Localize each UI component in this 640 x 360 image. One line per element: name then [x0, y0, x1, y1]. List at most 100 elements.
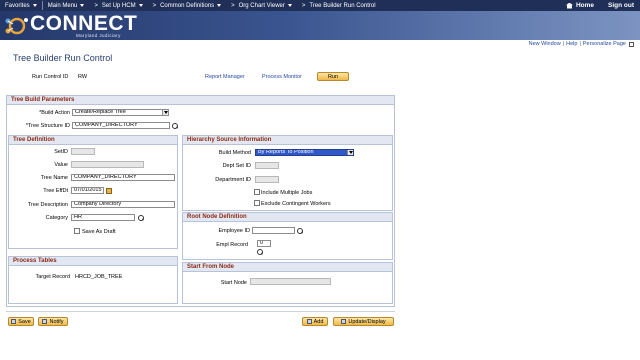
- add-button[interactable]: Add: [302, 317, 328, 326]
- logo-text: CONNECT: [30, 12, 138, 35]
- process-tables-section: Process Tables: [8, 256, 178, 304]
- build-action-select[interactable]: Create/Replace Tree: [72, 109, 169, 116]
- chevron-down-icon: [162, 110, 168, 115]
- department-id-field: [255, 176, 279, 183]
- tree-name-label: Tree Name: [40, 175, 68, 181]
- section-header: Start From Node: [183, 263, 392, 272]
- breadcrumb-separator: >: [231, 2, 235, 9]
- target-record-value: HRCD_JOB_TREE: [75, 274, 123, 280]
- category-input[interactable]: HR: [71, 214, 135, 221]
- chevron-down-icon: [80, 4, 85, 7]
- section-header: Tree Definition: [9, 136, 177, 145]
- start-node-field: [250, 278, 331, 285]
- exclude-contingent-label: Exclude Contingent Workers: [261, 201, 331, 207]
- breadcrumb-separator: >: [301, 2, 306, 9]
- section-header: Tree Build Parameters: [7, 96, 394, 105]
- chevron-down-icon: [347, 150, 353, 155]
- save-button-label: Save: [18, 318, 31, 325]
- favorites-label: Favorites: [5, 2, 30, 9]
- home-icon: [565, 2, 573, 9]
- sign-out-link[interactable]: Sign out: [608, 2, 634, 9]
- save-button[interactable]: Save: [8, 317, 34, 326]
- build-method-select[interactable]: By Reports To Position: [255, 149, 354, 156]
- notify-icon: [42, 319, 48, 324]
- page-title: Tree Builder Run Control: [13, 53, 113, 63]
- breadcrumb-label: Org Chart Viewer: [238, 2, 285, 9]
- save-icon: [11, 319, 17, 324]
- empl-record-label: Empl Record: [216, 242, 248, 248]
- section-header: Hierarchy Source Information: [183, 136, 392, 145]
- nav-right-group: Home Sign out: [565, 0, 634, 11]
- setid-field: [71, 148, 95, 155]
- process-monitor-link[interactable]: Process Monitor: [262, 74, 302, 80]
- include-multiple-jobs-label: Include Multiple Jobs: [261, 190, 313, 196]
- chevron-down-icon: [32, 4, 37, 7]
- target-record-label: Target Record: [35, 274, 70, 280]
- department-id-label: Department ID: [215, 177, 251, 183]
- run-button-label: Run: [327, 73, 339, 80]
- favorites-menu[interactable]: Favorites: [0, 0, 42, 11]
- logo-subtitle: Maryland Judiciary: [76, 33, 121, 38]
- search-icon[interactable]: [297, 228, 303, 234]
- tree-description-input[interactable]: Company Directory: [71, 201, 175, 208]
- breadcrumb-separator: >: [94, 2, 98, 9]
- section-header: Root Node Definition: [183, 213, 392, 222]
- run-button[interactable]: Run: [317, 72, 349, 81]
- empl-record-input[interactable]: 0: [257, 240, 271, 247]
- section-header: Process Tables: [9, 257, 177, 266]
- employee-id-input[interactable]: [252, 227, 295, 234]
- include-multiple-jobs-checkbox[interactable]: [254, 189, 260, 195]
- update-display-icon: [341, 319, 347, 324]
- notify-button[interactable]: Notify: [38, 317, 68, 326]
- save-as-draft-checkbox[interactable]: [74, 228, 80, 234]
- breadcrumb-common-definitions[interactable]: > Common Definitions: [148, 0, 227, 11]
- update-display-button-label: Update/Display: [348, 318, 386, 325]
- notify-button-label: Notify: [49, 318, 64, 325]
- header-banner: CONNECT Maryland Judiciary: [0, 11, 640, 40]
- top-navigation-bar: Favorites Main Menu > Set Up HCM > Common …: [0, 0, 640, 11]
- save-as-draft-label: Save As Draft: [82, 229, 116, 235]
- chevron-down-icon: [287, 4, 292, 7]
- chevron-down-icon: [138, 4, 143, 7]
- setid-label: SetID: [54, 149, 68, 155]
- search-icon[interactable]: [257, 249, 263, 255]
- help-link[interactable]: Help: [566, 41, 577, 47]
- add-button-label: Add: [313, 318, 324, 325]
- breadcrumb-tree-builder: > Tree Builder Run Control: [297, 0, 381, 11]
- main-menu[interactable]: Main Menu: [43, 0, 90, 11]
- search-icon[interactable]: [138, 215, 144, 221]
- empl-record-value: 0: [260, 240, 264, 246]
- home-link[interactable]: Home: [565, 2, 594, 9]
- start-node-label: Start Node: [220, 280, 247, 286]
- breadcrumb-separator: >: [152, 2, 157, 9]
- personalize-page-link[interactable]: Personalize Page: [583, 41, 626, 47]
- update-display-button[interactable]: Update/Display: [333, 317, 394, 326]
- report-manager-link[interactable]: Report Manager: [205, 74, 245, 80]
- home-label: Home: [575, 2, 594, 9]
- root-node-section: Root Node Definition: [182, 212, 393, 260]
- dept-set-id-field: [255, 162, 279, 169]
- breadcrumb-label: Common Definitions: [160, 2, 215, 9]
- chevron-down-icon: [217, 4, 222, 7]
- expand-page-icon[interactable]: [629, 41, 634, 47]
- dept-set-id-label: Dept Set ID: [222, 163, 251, 169]
- tree-effdt-input[interactable]: 07/01/2015: [71, 187, 104, 194]
- tree-structure-input[interactable]: COMPANY_DIRECTORY: [72, 122, 170, 129]
- category-label: Category: [45, 215, 68, 221]
- tree-effdt-label: Tree EffDt: [43, 188, 68, 194]
- search-icon[interactable]: [172, 123, 178, 129]
- breadcrumb-org-chart-viewer[interactable]: > Org Chart Viewer: [226, 0, 297, 11]
- build-action-value: Create/Replace Tree: [75, 109, 126, 115]
- employee-id-label: Employee ID: [218, 228, 251, 234]
- run-control-value: RW: [78, 74, 88, 80]
- hierarchy-source-section: Hierarchy Source Information: [182, 135, 393, 211]
- calendar-icon[interactable]: [106, 188, 112, 194]
- tree-name-input[interactable]: COMPANY_DIRECTORY: [71, 174, 175, 181]
- new-window-link[interactable]: New Window: [529, 41, 561, 47]
- add-icon: [306, 319, 312, 324]
- breadcrumb-set-up-hcm[interactable]: > Set Up HCM: [89, 0, 147, 11]
- build-method-label: Build Method: [218, 150, 251, 156]
- link-separator: |: [562, 41, 565, 47]
- main-menu-label: Main Menu: [47, 2, 78, 9]
- exclude-contingent-checkbox[interactable]: [254, 200, 260, 206]
